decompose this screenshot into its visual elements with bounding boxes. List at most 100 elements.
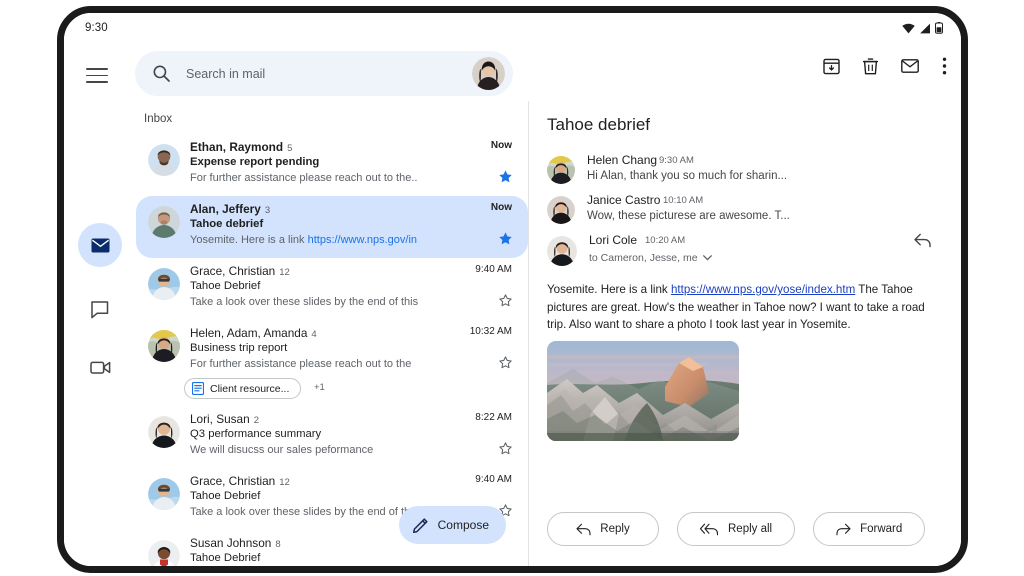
sidebar-item-meet[interactable] — [78, 345, 122, 389]
list-item-senders: Helen, Adam, Amanda 4 — [190, 326, 317, 340]
list-item-subject: Expense report pending — [190, 156, 320, 168]
body-pre: Yosemite. Here is a link — [547, 283, 671, 296]
message-time: 10:10 AM — [663, 195, 704, 206]
compose-button[interactable]: Compose — [398, 506, 506, 544]
sidebar-item-chat[interactable] — [78, 288, 122, 332]
search-placeholder: Search in mail — [186, 66, 266, 81]
search-input[interactable]: Search in mail — [135, 51, 513, 96]
list-item-link[interactable]: https://www.nps.gov/in — [308, 234, 417, 246]
reply-label: Reply — [600, 523, 630, 535]
mail-icon[interactable] — [901, 59, 919, 73]
message-snippet: Hi Alan, thank you so much for sharin... — [587, 170, 788, 182]
message-actions: Reply Reply all Forward — [547, 512, 926, 546]
message-sender: Janice Castro — [587, 193, 661, 207]
body-link[interactable]: https://www.nps.gov/yose/index.htm — [671, 283, 855, 296]
star-icon[interactable] — [499, 232, 512, 245]
star-icon[interactable] — [499, 356, 512, 369]
star-icon[interactable] — [499, 170, 512, 183]
collapsed-message[interactable]: Helen Chang 9:30 AM Hi Alan, thank you s… — [547, 153, 961, 195]
list-item-subject: Q3 performance summary — [190, 428, 322, 440]
video-camera-icon — [89, 361, 110, 374]
list-item-time: Now — [490, 140, 512, 151]
wifi-icon — [902, 23, 915, 33]
avatar — [547, 156, 575, 184]
battery-icon — [935, 22, 943, 34]
reply-all-icon — [700, 523, 719, 535]
yosemite-half-dome-photo — [547, 341, 739, 441]
star-icon[interactable] — [499, 294, 512, 307]
message-sender: Helen Chang — [587, 153, 658, 167]
list-item-time: 9:40 AM — [475, 474, 512, 485]
star-icon[interactable] — [499, 442, 512, 455]
more-vertical-icon[interactable] — [942, 57, 947, 75]
avatar — [148, 206, 180, 238]
avatar — [148, 478, 180, 510]
reply-icon — [576, 523, 591, 535]
thread-toolbar — [823, 57, 947, 75]
avatar — [148, 268, 180, 300]
sidebar-item-mail[interactable] — [78, 223, 122, 267]
avatar[interactable] — [472, 57, 505, 90]
list-item-senders: Lori, Susan 2 — [190, 412, 259, 426]
list-item-time: 10:32 AM — [469, 326, 512, 337]
avatar — [148, 144, 180, 176]
list-item-snippet: Take a look over these slides by the end… — [190, 296, 419, 308]
list-item[interactable]: Lori, Susan 2 Q3 performance summary We w… — [136, 406, 528, 468]
list-item-subject: Tahoe Debrief — [190, 490, 261, 502]
list-item-snippet: Yosemite. Here is a link https://www.nps… — [190, 234, 418, 246]
avatar — [148, 540, 180, 566]
attachment-extra-count: +1 — [314, 382, 325, 393]
list-item-senders: Ethan, Raymond 5 — [190, 140, 293, 154]
list-item[interactable]: Helen, Adam, Amanda 4 Business trip repor… — [136, 320, 528, 406]
reply-icon[interactable] — [914, 233, 931, 248]
attached-photo[interactable] — [547, 341, 739, 441]
archive-icon[interactable] — [823, 58, 840, 75]
navigation-rail — [64, 43, 136, 566]
list-item-snippet: For further assistance please reach out … — [190, 358, 412, 370]
trash-icon[interactable] — [863, 57, 878, 75]
attachment-chip-label: Client resource... — [210, 382, 290, 395]
list-item-time: 9:40 AM — [475, 264, 512, 275]
list-item-snippet: We will disucss our sales peformance — [190, 444, 374, 456]
reply-button[interactable]: Reply — [547, 512, 659, 546]
avatar — [547, 236, 577, 266]
avatar — [148, 330, 180, 362]
list-item[interactable]: Alan, Jeffery 3 Tahoe debrief Yosemite. H… — [136, 196, 528, 258]
list-item-subject: Tahoe debrief — [190, 218, 264, 230]
collapsed-message[interactable]: Janice Castro 10:10 AM Wow, these pictur… — [547, 193, 961, 235]
pencil-icon — [412, 518, 428, 533]
reply-all-button[interactable]: Reply all — [677, 512, 796, 546]
mail-list: Ethan, Raymond 5 Expense report pending F… — [136, 134, 528, 566]
message-snippet: Wow, these picturese are awesome. T... — [587, 210, 790, 222]
list-item-subject: Tahoe Debrief — [190, 552, 261, 564]
hamburger-menu-icon[interactable] — [86, 68, 108, 86]
list-item-subject: Tahoe Debrief — [190, 280, 261, 292]
forward-button[interactable]: Forward — [813, 512, 926, 546]
forward-icon — [836, 523, 851, 535]
tablet-device-frame: 9:30 Search in mail Inbox Ethan, Raymond… — [57, 6, 968, 573]
google-docs-icon — [192, 382, 204, 395]
list-item-senders: Alan, Jeffery 3 — [190, 202, 271, 216]
conversation-pane: Tahoe debrief Helen Chang 9:30 AM Hi Ala… — [529, 101, 961, 566]
chat-bubble-icon — [90, 301, 108, 319]
list-item[interactable]: Ethan, Raymond 5 Expense report pending F… — [136, 134, 528, 196]
list-item-senders: Grace, Christian 12 — [190, 264, 290, 278]
mail-icon — [91, 238, 109, 252]
attachment-chip[interactable]: Client resource... — [184, 378, 302, 399]
message-sender: Lori Cole — [589, 233, 638, 247]
message-time: 9:30 AM — [659, 155, 694, 166]
page-title: Tahoe debrief — [547, 115, 651, 134]
status-bar-icons — [902, 22, 943, 34]
forward-label: Forward — [860, 523, 903, 535]
screen: 9:30 Search in mail Inbox Ethan, Raymond… — [64, 13, 961, 566]
list-item[interactable]: Grace, Christian 12 Tahoe Debrief Take a … — [136, 258, 528, 320]
message-recipients[interactable]: to Cameron, Jesse, me — [589, 252, 712, 264]
list-item-senders: Susan Johnson 8 — [190, 536, 281, 550]
status-bar-time: 9:30 — [85, 22, 108, 34]
avatar-image — [472, 57, 505, 90]
compose-label: Compose — [437, 518, 489, 532]
message-body: Yosemite. Here is a link https://www.nps… — [547, 281, 944, 334]
signal-icon — [920, 23, 930, 33]
mail-list-pane: Inbox Ethan, Raymond 5 Expense report pe… — [136, 101, 528, 566]
recipients-label: to Cameron, Jesse, me — [589, 252, 698, 264]
